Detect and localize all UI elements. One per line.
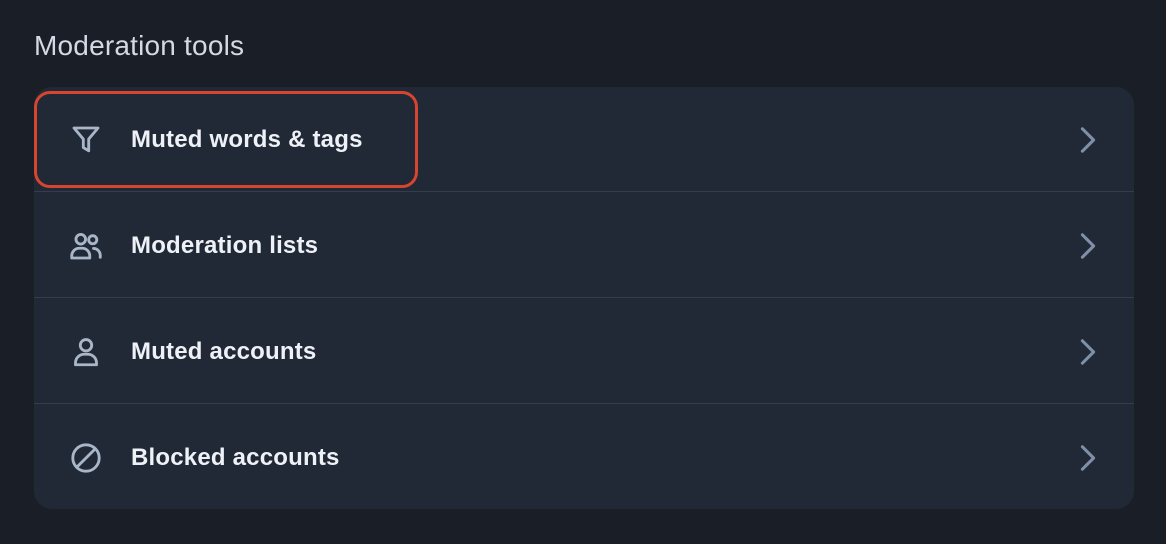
- menu-item-label: Muted accounts: [131, 337, 317, 365]
- menu-item-label: Muted words & tags: [131, 125, 363, 153]
- menu-item-blocked-accounts[interactable]: Blocked accounts: [34, 405, 1134, 510]
- menu-item-moderation-lists[interactable]: Moderation lists: [34, 193, 1134, 298]
- divider: [34, 191, 1134, 192]
- chevron-right-icon: [1076, 337, 1100, 367]
- person-icon: [66, 332, 106, 372]
- divider: [34, 403, 1134, 404]
- moderation-tools-card: Muted words & tags Moderation lists Mute…: [34, 87, 1134, 509]
- menu-item-label: Blocked accounts: [131, 443, 340, 471]
- chevron-right-icon: [1076, 231, 1100, 261]
- block-icon: [66, 438, 106, 478]
- menu-item-muted-words-tags[interactable]: Muted words & tags: [34, 87, 1134, 192]
- chevron-right-icon: [1076, 443, 1100, 473]
- menu-item-label: Moderation lists: [131, 231, 319, 259]
- divider: [34, 297, 1134, 298]
- filter-icon: [66, 120, 106, 160]
- section-title: Moderation tools: [34, 30, 245, 61]
- chevron-right-icon: [1076, 125, 1100, 155]
- menu-item-muted-accounts[interactable]: Muted accounts: [34, 299, 1134, 404]
- users-icon: [66, 226, 106, 266]
